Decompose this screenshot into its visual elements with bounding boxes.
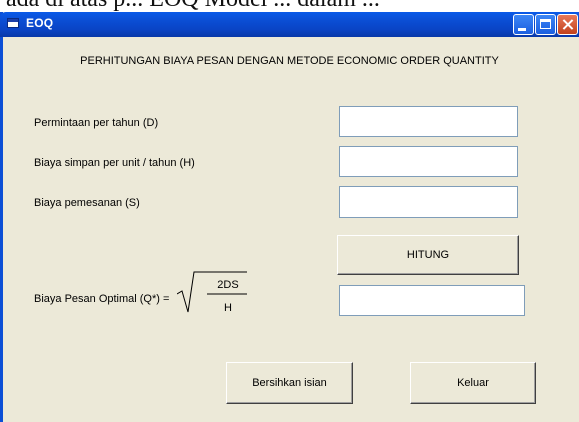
window-title: EOQ: [26, 16, 54, 30]
optimal-order-output[interactable]: [339, 285, 525, 316]
exit-button[interactable]: Keluar: [410, 362, 536, 404]
eoq-formula: 2DS H: [177, 271, 247, 314]
title-bar[interactable]: EOQ: [0, 12, 579, 37]
app-window-icon[interactable]: [7, 18, 19, 28]
form-heading: PERHITUNGAN BIAYA PESAN DENGAN METODE EC…: [80, 55, 499, 67]
maximize-icon[interactable]: [535, 14, 556, 35]
holding-cost-input[interactable]: [339, 146, 518, 177]
background-document-text: ada di atas p... EOQ Model ... dalam ...: [6, 0, 380, 12]
clear-button[interactable]: Bersihkan isian: [226, 362, 353, 404]
formula-numerator: 2DS: [217, 279, 238, 291]
order-cost-input[interactable]: [339, 186, 518, 218]
formula-denominator: H: [224, 302, 232, 314]
background-document-strip: ada di atas p... EOQ Model ... dalam ...: [0, 0, 579, 12]
demand-input[interactable]: [339, 106, 518, 137]
demand-label: Permintaan per tahun (D): [34, 117, 159, 129]
minimize-icon[interactable]: [513, 14, 534, 35]
optimal-order-label: Biaya Pesan Optimal (Q*) =: [34, 293, 170, 305]
hitung-button-label: HITUNG: [406, 249, 450, 261]
close-icon[interactable]: [557, 14, 578, 35]
clear-button-label: Bersihkan isian: [252, 377, 327, 389]
exit-button-label: Keluar: [457, 377, 489, 389]
holding-cost-label: Biaya simpan per unit / tahun (H): [34, 157, 195, 169]
hitung-button[interactable]: HITUNG: [337, 235, 519, 275]
order-cost-label: Biaya pemesanan (S): [34, 197, 140, 209]
square-root-sign: [177, 271, 247, 313]
